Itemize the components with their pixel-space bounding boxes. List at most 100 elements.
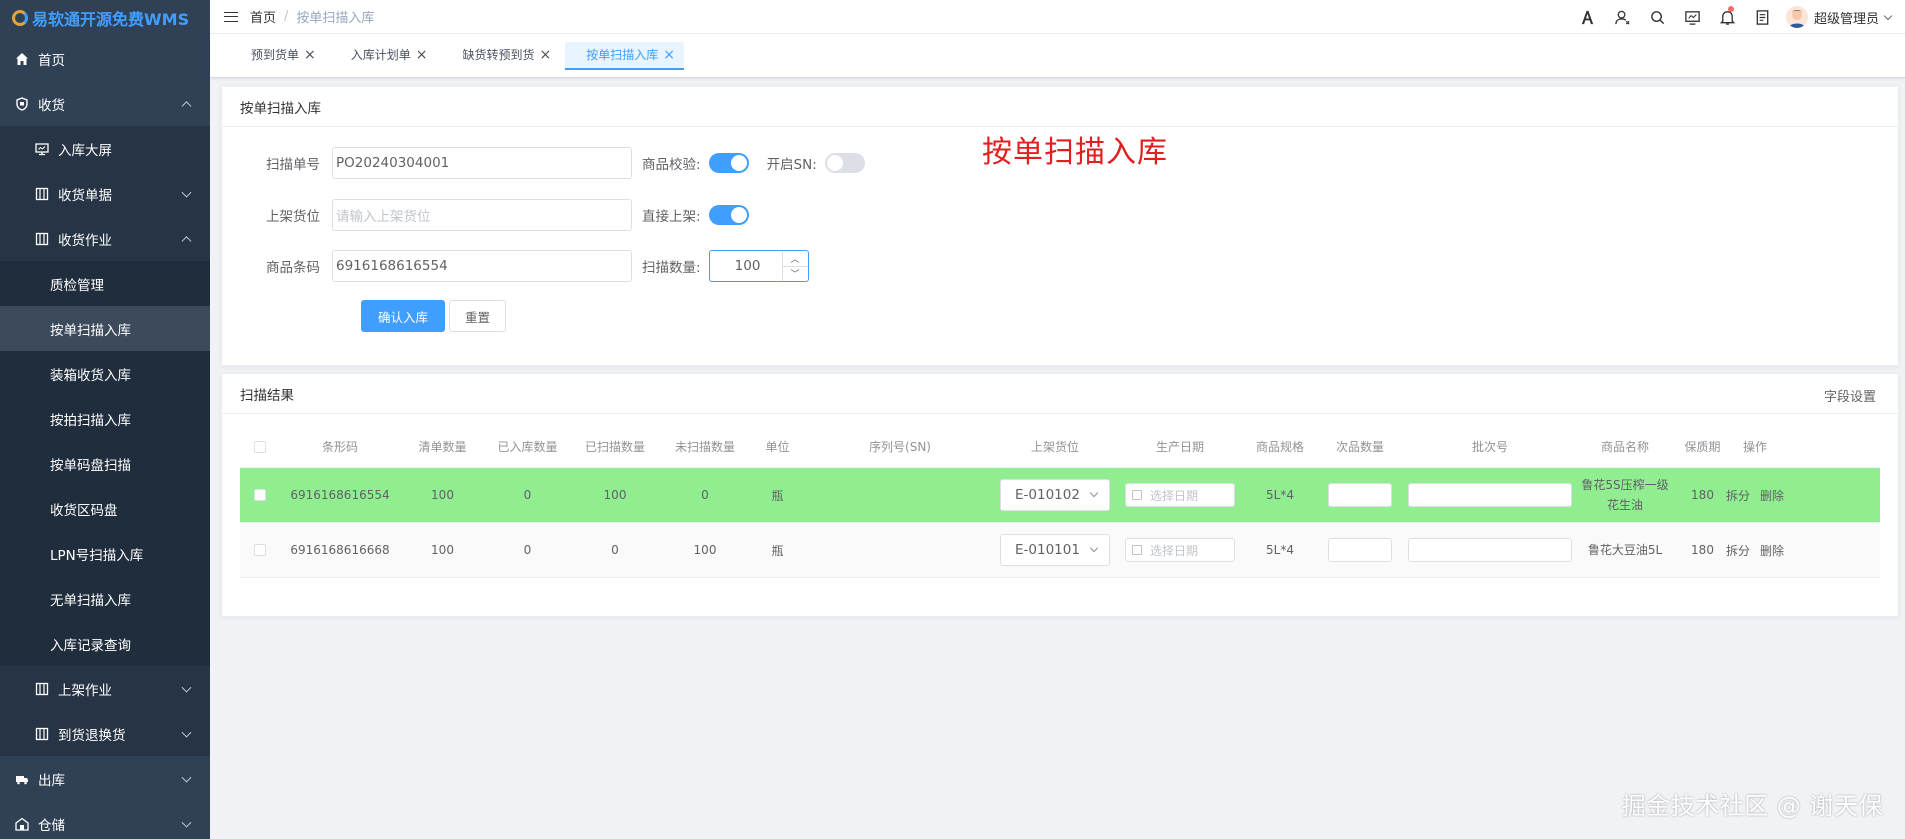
close-icon[interactable]: × — [663, 48, 675, 62]
sidebar-item-pallet-scan[interactable]: 按拍扫描入库 — [0, 396, 210, 441]
sidebar-item-label: 装箱收货入库 — [50, 367, 131, 384]
delete-button[interactable]: 删除 — [1760, 542, 1784, 559]
logo-text: 易软通开源免费WMS — [32, 10, 190, 29]
sidebar-item-no-order-scan[interactable]: 无单扫描入库 — [0, 576, 210, 621]
chevron-up-icon — [181, 235, 192, 246]
screen-icon[interactable] — [1675, 0, 1710, 34]
confirm-button[interactable]: 确认入库 — [361, 300, 446, 332]
sidebar-item-label: 收货作业 — [58, 232, 112, 249]
close-icon[interactable]: × — [416, 48, 428, 62]
cell-unscanned: 0 — [701, 488, 709, 502]
scan-form-card: 按单扫描入库 扫描单号 PO20240304001 商品校验: 开启SN: 上架… — [221, 86, 1899, 366]
cell-unscanned: 100 — [693, 543, 717, 557]
document-icon[interactable] — [1745, 0, 1780, 34]
batch-input[interactable] — [1408, 538, 1572, 562]
location-value: E-010102 — [1015, 487, 1080, 503]
sidebar-item-zone-palletize[interactable]: 收货区码盘 — [0, 486, 210, 531]
tab-label: 预到货单 — [251, 48, 300, 62]
row-checkbox[interactable] — [254, 489, 266, 501]
sidebar-item-label: 无单扫描入库 — [50, 592, 131, 609]
cell-unit: 瓶 — [771, 543, 784, 558]
defect-qty-input[interactable] — [1328, 483, 1392, 507]
cell-scanned: 0 — [611, 543, 619, 557]
card-title: 按单扫描入库 — [222, 87, 1898, 127]
sn-switch[interactable] — [824, 153, 865, 173]
monitor-icon — [34, 141, 50, 157]
close-icon[interactable]: × — [304, 48, 316, 62]
home-icon — [14, 51, 30, 67]
user-menu[interactable]: 超级管理员 — [1813, 8, 1893, 27]
sidebar-item-returns[interactable]: 到货退换货 — [0, 711, 210, 756]
col-barcode: 条形码 — [321, 440, 358, 454]
hamburger-menu-icon[interactable] — [224, 11, 238, 22]
sidebar-item-receipt-docs[interactable]: 收货单据 — [0, 171, 210, 216]
barcode-input[interactable]: 6916168616554 — [332, 250, 632, 282]
select-all-checkbox[interactable] — [254, 440, 266, 453]
prod-date-picker[interactable]: 选择日期 — [1125, 538, 1235, 562]
split-button[interactable]: 拆分 — [1726, 542, 1750, 559]
col-spec: 商品规格 — [1255, 440, 1304, 454]
sidebar-item-box-receive[interactable]: 装箱收货入库 — [0, 351, 210, 396]
sidebar-item-receiving[interactable]: 收货 — [0, 81, 210, 126]
row-checkbox[interactable] — [254, 544, 266, 556]
sidebar-item-lpn-scan[interactable]: LPN号扫描入库 — [0, 531, 210, 576]
font-size-icon[interactable] — [1570, 0, 1605, 34]
sidebar-item-putaway[interactable]: 上架作业 — [0, 666, 210, 711]
sidebar-item-storage[interactable]: 仓储 — [0, 801, 210, 839]
user-switch-icon[interactable] — [1605, 0, 1640, 34]
close-icon[interactable]: × — [540, 48, 552, 62]
col-in-qty: 已入库数量 — [497, 440, 558, 454]
sidebar-item-qc[interactable]: 质检管理 — [0, 261, 210, 306]
check-switch[interactable] — [708, 153, 749, 173]
qty-stepper[interactable]: 100 ︿ ﹀ — [708, 250, 809, 282]
split-button[interactable]: 拆分 — [1726, 487, 1750, 504]
location-select[interactable]: E-010102 — [1000, 479, 1110, 511]
cell-spec: 5L*4 — [1266, 543, 1294, 557]
col-unscanned: 未扫描数量 — [674, 440, 735, 454]
bell-icon[interactable] — [1710, 0, 1745, 34]
direct-switch[interactable] — [708, 205, 749, 225]
date-placeholder: 选择日期 — [1150, 543, 1199, 558]
sidebar-item-receiving-ops[interactable]: 收货作业 — [0, 216, 210, 261]
sidebar-item-inbound-records[interactable]: 入库记录查询 — [0, 621, 210, 666]
select-all-cell — [240, 440, 280, 453]
delete-button[interactable]: 删除 — [1760, 487, 1784, 504]
avatar[interactable] — [1785, 6, 1808, 28]
sidebar-item-order-palletize[interactable]: 按单码盘扫描 — [0, 441, 210, 486]
tab-label: 缺货转预到货 — [462, 48, 535, 62]
sidebar-item-home[interactable]: 首页 — [0, 36, 210, 81]
sidebar-item-label: LPN号扫描入库 — [50, 547, 144, 564]
breadcrumb-separator: / — [284, 9, 289, 24]
tab-label: 按单扫描入库 — [586, 48, 659, 62]
search-icon[interactable] — [1640, 0, 1675, 34]
breadcrumb-home[interactable]: 首页 — [250, 7, 276, 26]
sidebar-item-label: 收货 — [38, 97, 65, 114]
field-settings-link[interactable]: 字段设置 — [1824, 386, 1876, 405]
sidebar-item-label: 质检管理 — [50, 277, 104, 294]
location-input[interactable]: 请输入上架货位 — [332, 199, 632, 231]
tab-order-scan[interactable]: 按单扫描入库 × — [565, 41, 684, 70]
chevron-up-icon[interactable]: ︿ — [782, 251, 808, 267]
location-label: 上架货位 — [266, 209, 320, 225]
tab-shortage-convert[interactable]: 缺货转预到货 × — [442, 42, 561, 70]
cell-spec: 5L*4 — [1266, 488, 1294, 502]
col-product-name: 商品名称 — [1600, 440, 1649, 454]
username-label: 超级管理员 — [1813, 11, 1879, 27]
batch-input[interactable] — [1408, 483, 1572, 507]
sidebar-item-inbound-screen[interactable]: 入库大屏 — [0, 126, 210, 171]
order-input[interactable]: PO20240304001 — [332, 147, 632, 179]
chevron-down-icon[interactable]: ﹀ — [783, 267, 808, 282]
sidebar-item-order-scan[interactable]: 按单扫描入库 — [0, 306, 210, 351]
prod-date-picker[interactable]: 选择日期 — [1125, 483, 1235, 507]
defect-qty-input[interactable] — [1328, 538, 1392, 562]
sidebar-item-outbound[interactable]: 出库 — [0, 756, 210, 801]
tab-inbound-plan[interactable]: 入库计划单 × — [330, 42, 437, 70]
sidebar-item-label: 收货单据 — [58, 187, 112, 204]
location-select[interactable]: E-010101 — [1000, 534, 1110, 566]
col-prod-date: 生产日期 — [1155, 440, 1204, 454]
watermark-text: 掘金技术社区 @ 谢天保 — [1621, 792, 1883, 820]
chevron-down-icon — [181, 817, 192, 828]
reset-button[interactable]: 重置 — [449, 300, 507, 332]
app-logo[interactable]: 易软通开源免费WMS — [0, 0, 210, 36]
tab-pre-arrival[interactable]: 预到货单 × — [230, 42, 325, 70]
